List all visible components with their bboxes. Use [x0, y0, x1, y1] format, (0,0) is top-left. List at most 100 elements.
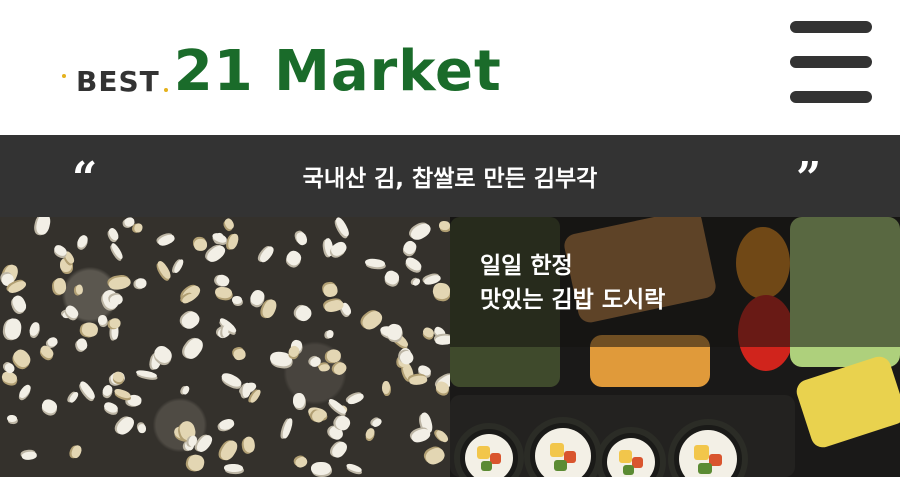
rice-puff — [323, 282, 339, 298]
rice-puff — [74, 284, 83, 295]
rice-puff — [181, 335, 206, 362]
rice-puff — [213, 285, 233, 300]
rice-puff — [17, 382, 33, 400]
rice-puff — [431, 281, 450, 301]
rice-puff — [155, 259, 173, 281]
rice-puff — [34, 217, 52, 237]
rice-puff — [363, 426, 376, 441]
rice-puff — [103, 400, 120, 414]
promo-banner-text: 국내산 김, 찹쌀로 만든 김부각 — [302, 166, 598, 192]
rice-puff — [179, 308, 203, 332]
hamburger-menu-button[interactable] — [790, 20, 872, 106]
seaweed-chips-image — [0, 217, 450, 477]
rice-puff — [382, 268, 401, 287]
rice-puff — [434, 335, 450, 346]
rice-puff — [193, 239, 208, 252]
rice-puff — [257, 244, 276, 265]
rice-puff — [53, 277, 68, 295]
logo-best-prefix: BEST — [60, 68, 170, 96]
rice-puff — [326, 329, 335, 339]
hamburger-menu-icon-bar — [790, 56, 872, 68]
rice-puff — [370, 416, 383, 429]
rice-puff — [284, 248, 304, 268]
rice-puff — [108, 275, 132, 292]
rice-puff — [433, 428, 450, 445]
rice-puff — [247, 287, 267, 307]
rice-puff — [233, 348, 247, 361]
rice-puff — [109, 317, 121, 329]
rice-puff — [135, 368, 158, 379]
site-header: BEST 21 Market — [0, 0, 900, 135]
rice-puff — [401, 238, 419, 257]
rice-puff — [77, 378, 97, 401]
rice-puff — [310, 461, 331, 475]
rice-puff — [423, 445, 448, 467]
close-quote-icon: ” — [796, 153, 822, 204]
promo-banner[interactable]: “ 국내산 김, 찹쌀로 만든 김부각 ” — [0, 135, 900, 217]
rice-puff — [292, 303, 314, 325]
rice-puff — [242, 436, 256, 454]
rice-puff — [69, 443, 84, 460]
rice-puff — [225, 232, 240, 251]
rice-puff — [123, 217, 135, 228]
rice-puff — [219, 370, 244, 390]
rice-puff — [329, 439, 350, 460]
rice-puff — [28, 320, 42, 338]
logo-dot-icon — [62, 74, 66, 78]
rice-puff — [186, 453, 206, 473]
rice-puff — [112, 387, 131, 400]
rice-puff — [241, 382, 252, 399]
rice-puff — [106, 226, 121, 242]
rice-puff — [67, 390, 80, 404]
rice-puff — [365, 258, 386, 269]
rice-puff — [346, 392, 366, 407]
rice-puff — [138, 423, 147, 434]
rice-puff — [223, 463, 243, 473]
rice-puff — [294, 230, 309, 247]
rice-puff — [439, 220, 450, 230]
rice-puff — [260, 298, 279, 321]
rice-puff — [292, 392, 306, 409]
rice-puff — [324, 299, 345, 314]
rice-puff — [345, 462, 364, 474]
hamburger-menu-icon-bar — [790, 91, 872, 103]
caption-line-1: 일일 한정 — [480, 253, 573, 279]
rice-puff — [204, 243, 229, 266]
rice-puff — [39, 397, 60, 416]
site-logo[interactable]: BEST 21 Market — [60, 30, 502, 100]
logo-dot-icon — [163, 88, 168, 92]
rice-puff — [75, 233, 90, 249]
rice-puff — [211, 231, 229, 245]
rice-puff — [4, 317, 23, 341]
rice-puff — [411, 276, 422, 288]
rice-puff — [135, 277, 147, 289]
rice-puff — [382, 380, 391, 395]
rice-puff — [223, 217, 236, 231]
rice-puff — [421, 325, 436, 339]
rice-puff — [157, 233, 177, 248]
rice-puff — [97, 314, 109, 325]
rice-puff — [293, 455, 309, 470]
rice-puff — [74, 337, 89, 352]
kimbap-lunchbox-tile[interactable]: 일일 한정 맛있는 김밥 도시락 — [450, 217, 900, 477]
rice-puff — [133, 222, 144, 234]
caption-line-2: 맛있는 김밥 도시락 — [480, 287, 666, 313]
rice-puff — [81, 321, 100, 338]
rice-puff — [218, 437, 241, 462]
rice-puff — [10, 293, 28, 314]
rice-puff — [403, 255, 424, 273]
seaweed-chips-tile[interactable] — [0, 217, 450, 477]
rice-puff — [181, 384, 191, 397]
rice-puff — [194, 432, 216, 454]
rice-puff — [333, 217, 352, 239]
rice-puff — [21, 451, 38, 461]
logo-prefix-text: BEST — [76, 65, 160, 98]
logo-name: 21 Market — [173, 39, 502, 104]
pickled-radish — [793, 353, 900, 451]
hamburger-menu-icon — [790, 21, 872, 33]
rice-puff — [218, 417, 236, 431]
rice-puff — [326, 348, 342, 364]
rice-puff — [108, 293, 124, 307]
kimbap-tile-caption: 일일 한정 맛있는 김밥 도시락 — [480, 249, 665, 317]
product-tiles: 일일 한정 맛있는 김밥 도시락 — [0, 217, 900, 477]
